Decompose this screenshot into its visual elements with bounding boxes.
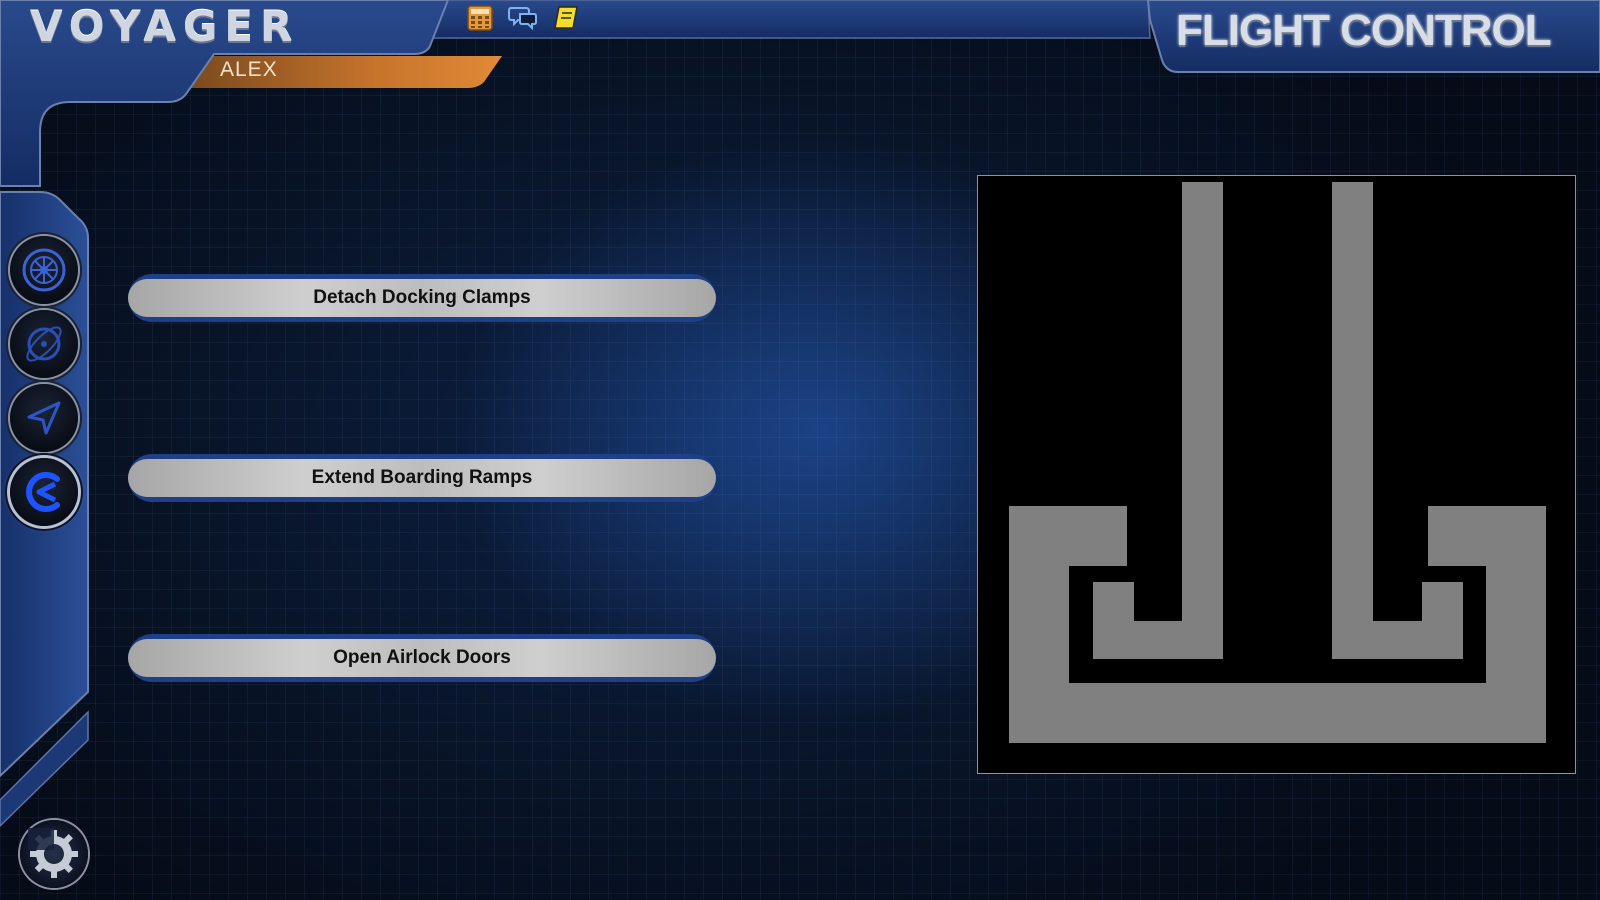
button-label: Detach Docking Clamps <box>128 279 716 317</box>
orbit-icon <box>26 326 62 362</box>
navigation-button[interactable] <box>10 384 78 452</box>
docking-button[interactable] <box>10 458 78 526</box>
orbit-button[interactable] <box>10 310 78 378</box>
notebook-icon[interactable] <box>552 4 580 32</box>
extend-boarding-ramps-button[interactable]: Extend Boarding Ramps <box>128 454 716 502</box>
docking-icon <box>26 472 60 512</box>
settings-button[interactable] <box>20 820 88 888</box>
engine-button[interactable] <box>10 236 78 304</box>
engine-icon <box>22 248 66 292</box>
detach-docking-clamps-button[interactable]: Detach Docking Clamps <box>128 274 716 322</box>
docking-schematic <box>1009 182 1546 743</box>
gear-icon <box>28 828 78 878</box>
docking-schematic-panel <box>977 175 1576 774</box>
button-label: Open Airlock Doors <box>128 639 716 677</box>
app-title: VOYAGER <box>30 2 300 51</box>
section-title: FLIGHT CONTROL <box>1176 6 1552 55</box>
user-name: ALEX <box>220 58 278 81</box>
open-airlock-doors-button[interactable]: Open Airlock Doors <box>128 634 716 682</box>
navigation-icon <box>27 401 61 435</box>
button-label: Extend Boarding Ramps <box>128 459 716 497</box>
calculator-icon[interactable] <box>466 4 494 32</box>
chat-icon[interactable] <box>508 4 537 32</box>
